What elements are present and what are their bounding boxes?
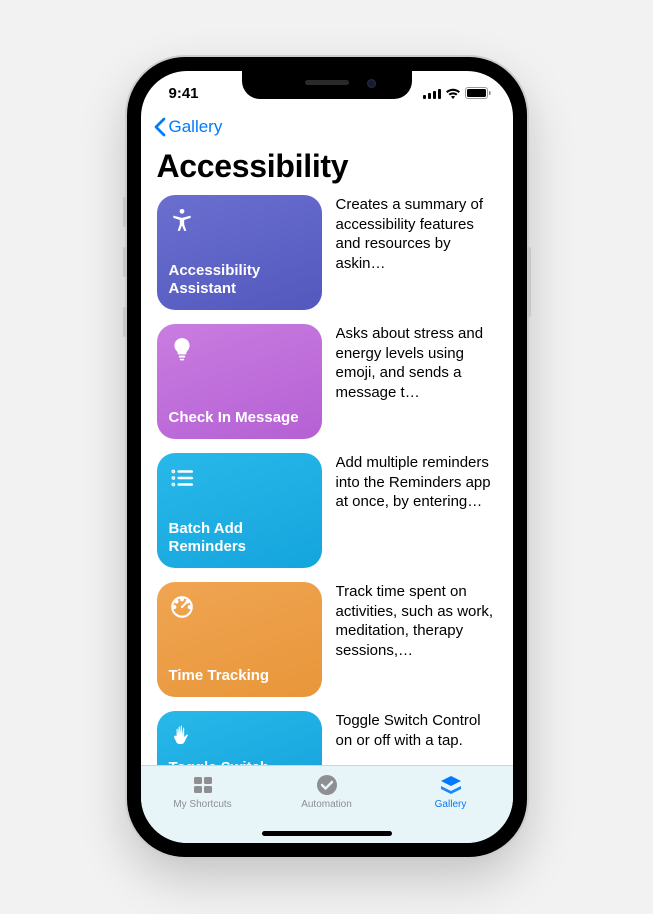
- shortcut-label: Check In Message: [169, 409, 310, 427]
- nav-bar: Gallery: [141, 115, 513, 142]
- shortcut-row: Check In Message Asks about stress and e…: [157, 324, 497, 439]
- tab-label: My Shortcuts: [173, 799, 231, 810]
- shortcut-description: Asks about stress and energy levels usin…: [336, 324, 497, 439]
- tab-label: Gallery: [435, 799, 467, 810]
- shortcut-card-time-tracking[interactable]: Time Tracking: [157, 582, 322, 697]
- hand-icon: [169, 723, 195, 749]
- back-label: Gallery: [169, 117, 223, 137]
- tab-bar: My Shortcuts Automation Gallery: [141, 765, 513, 843]
- shortcut-list[interactable]: Accessibility Assistant Creates a summar…: [141, 195, 513, 765]
- gauge-icon: [169, 594, 195, 620]
- shortcut-card-batch-add-reminders[interactable]: Batch Add Reminders: [157, 453, 322, 568]
- clock-check-icon: [314, 773, 340, 797]
- list-icon: [169, 465, 195, 491]
- status-time: 9:41: [169, 85, 229, 102]
- shortcut-card-accessibility-assistant[interactable]: Accessibility Assistant: [157, 195, 322, 310]
- shortcut-row: Accessibility Assistant Creates a summar…: [157, 195, 497, 310]
- home-indicator[interactable]: [262, 831, 392, 836]
- shortcut-card-toggle-switch[interactable]: Toggle Switch: [157, 711, 322, 765]
- shortcut-row: Batch Add Reminders Add multiple reminde…: [157, 453, 497, 568]
- wifi-icon: [445, 88, 461, 99]
- device-frame: 9:41 Gallery Accessibility: [127, 57, 527, 857]
- shortcut-description: Creates a summary of accessibility featu…: [336, 195, 497, 310]
- shortcut-description: Toggle Switch Control on or off with a t…: [336, 711, 497, 765]
- screen: 9:41 Gallery Accessibility: [141, 71, 513, 843]
- shortcut-description: Add multiple reminders into the Reminder…: [336, 453, 497, 568]
- shortcut-label: Accessibility Assistant: [169, 262, 310, 298]
- tab-gallery[interactable]: Gallery: [389, 766, 513, 843]
- shortcut-row: Time Tracking Track time spent on activi…: [157, 582, 497, 697]
- lightbulb-icon: [169, 336, 195, 362]
- tab-my-shortcuts[interactable]: My Shortcuts: [141, 766, 265, 843]
- shortcut-label: Batch Add Reminders: [169, 520, 310, 556]
- page-title: Accessibility: [141, 142, 513, 195]
- stack-icon: [438, 773, 464, 797]
- shortcut-description: Track time spent on activities, such as …: [336, 582, 497, 697]
- accessibility-icon: [169, 207, 195, 233]
- cellular-signal-icon: [423, 88, 441, 99]
- notch: [242, 71, 412, 99]
- battery-icon: [465, 87, 491, 99]
- tab-label: Automation: [301, 799, 352, 810]
- back-button[interactable]: Gallery: [153, 117, 223, 137]
- grid-icon: [190, 773, 216, 797]
- shortcut-label: Time Tracking: [169, 667, 310, 685]
- chevron-left-icon: [153, 117, 167, 137]
- shortcut-card-check-in-message[interactable]: Check In Message: [157, 324, 322, 439]
- shortcut-row: Toggle Switch Toggle Switch Control on o…: [157, 711, 497, 765]
